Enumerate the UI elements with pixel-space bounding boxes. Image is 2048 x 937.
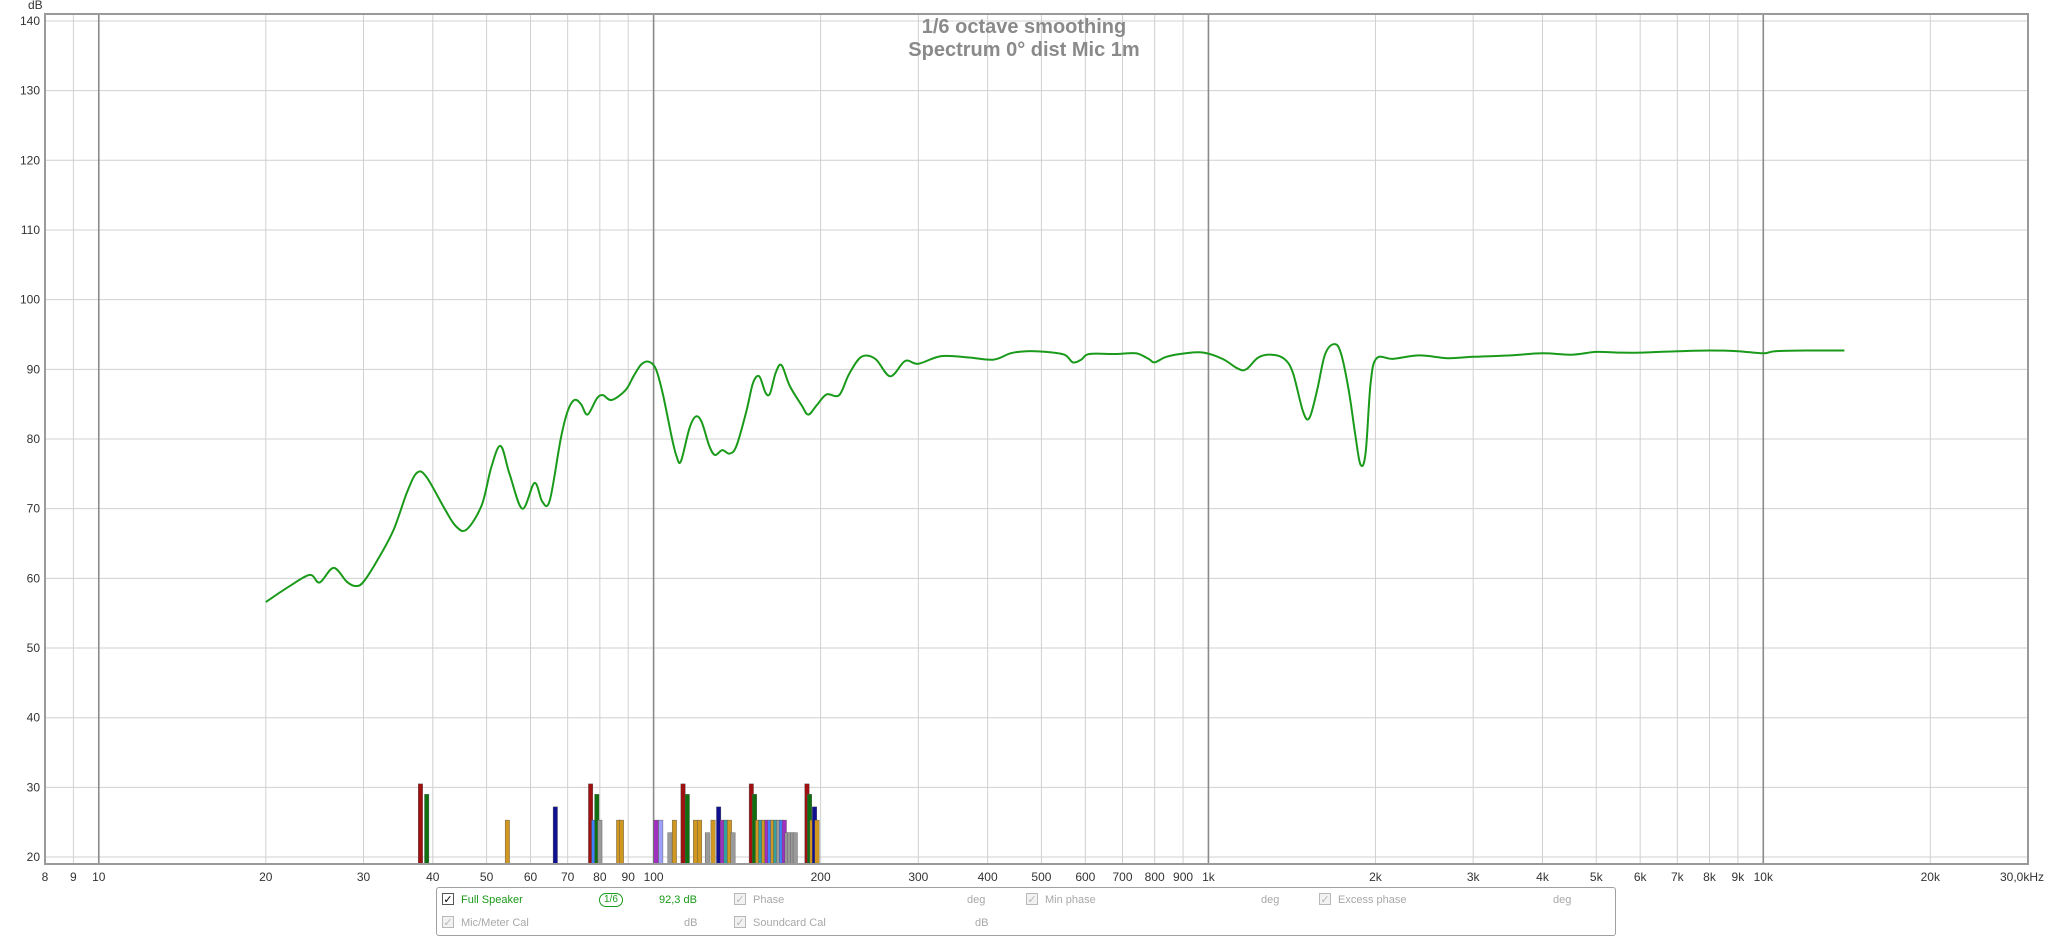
- histogram-bar: [697, 819, 702, 865]
- x-tick-label: 20k: [1921, 870, 1941, 884]
- histogram-bar: [552, 806, 558, 865]
- y-tick-label: 100: [20, 293, 40, 307]
- x-tick-label: 100: [644, 870, 664, 884]
- excess-phase-label: Excess phase: [1338, 894, 1407, 906]
- x-tick-label: 6k: [1634, 870, 1648, 884]
- histogram-bar: [418, 783, 423, 865]
- y-axis-unit-label: dB: [28, 0, 43, 12]
- y-tick-label: 140: [20, 14, 40, 28]
- excess-phase-checkbox[interactable]: ✓: [1319, 893, 1331, 906]
- x-tick-label: 600: [1075, 870, 1095, 884]
- histogram-bar: [658, 819, 664, 865]
- legend-panel: ✓ Full Speaker 1/6 92,3 dB ✓ Phase deg ✓…: [436, 887, 1616, 936]
- x-tick-label: 3k: [1467, 870, 1481, 884]
- min-phase-checkbox[interactable]: ✓: [1026, 893, 1038, 906]
- y-tick-label: 110: [21, 223, 40, 237]
- x-tick-label: 10: [92, 870, 106, 884]
- x-tick-label: 700: [1112, 870, 1132, 884]
- chart-subtitle: Spectrum 0° dist Mic 1m: [908, 39, 1139, 61]
- x-tick-label: 4k: [1536, 870, 1550, 884]
- y-tick-label: 40: [27, 711, 41, 725]
- x-tick-label: 8: [42, 870, 49, 884]
- histogram-bar: [792, 832, 798, 865]
- x-tick-label: 60: [524, 870, 538, 884]
- chart-title: 1/6 octave smoothing: [922, 16, 1127, 38]
- min-phase-unit: deg: [1261, 894, 1280, 906]
- y-tick-label: 120: [20, 153, 40, 167]
- histogram-bar: [597, 819, 603, 865]
- soundcard-cal-checkbox[interactable]: ✓: [734, 916, 746, 929]
- histogram-bar: [619, 819, 624, 865]
- phase-unit: deg: [967, 894, 986, 906]
- x-tick-labels: 8 9 10 20 30 40 50 60 70 80 90 100 200 300 400 500 600 70…: [42, 870, 2044, 884]
- histogram-bar: [710, 819, 716, 865]
- x-tick-label: 800: [1145, 870, 1165, 884]
- y-tick-label: 80: [27, 432, 41, 446]
- smoothing-badge[interactable]: 1/6: [599, 893, 623, 907]
- x-tick-label: 8k: [1703, 870, 1717, 884]
- y-tick-label: 50: [27, 641, 41, 655]
- x-tick-label: 30: [357, 870, 371, 884]
- histogram-bar: [424, 794, 430, 865]
- histogram-bar: [693, 819, 698, 865]
- y-tick-label: 60: [27, 571, 41, 585]
- y-tick-labels: 20 30 40 50 60 70 80 90 100 110 120 130 140: [20, 14, 40, 864]
- series-name-label: Full Speaker: [461, 894, 523, 906]
- x-tick-label: 80: [593, 870, 607, 884]
- excess-phase-unit: deg: [1553, 894, 1572, 906]
- histogram-bar: [680, 783, 686, 865]
- y-tick-label: 90: [27, 362, 41, 376]
- level-value: 92,3 dB: [659, 894, 697, 906]
- y-tick-label: 130: [20, 84, 40, 98]
- frequency-response-chart: 20 30 40 50 60 70 80 90 100 110 120 130 140 8 9 10 20 30…: [20, 0, 2044, 884]
- histogram-bar: [667, 832, 673, 865]
- min-phase-label: Min phase: [1045, 894, 1096, 906]
- phase-checkbox[interactable]: ✓: [734, 893, 746, 906]
- x-tick-label: 2k: [1369, 870, 1383, 884]
- histogram-bar: [684, 794, 690, 865]
- phase-label: Phase: [753, 894, 785, 906]
- x-tick-label: 900: [1173, 870, 1193, 884]
- x-tick-label: 200: [811, 870, 831, 884]
- mic-meter-cal-unit: dB: [684, 917, 698, 929]
- x-tick-label: 9: [70, 870, 77, 884]
- mic-meter-cal-checkbox[interactable]: ✓: [442, 916, 454, 929]
- histogram-bar: [653, 819, 659, 865]
- x-tick-label: 20: [259, 870, 273, 884]
- x-tick-label: 30,0kHz: [2000, 870, 2044, 884]
- x-tick-label: 50: [480, 870, 494, 884]
- histogram-bar: [504, 819, 510, 865]
- x-tick-label: 10k: [1754, 870, 1774, 884]
- x-tick-label: 9k: [1732, 870, 1746, 884]
- x-tick-label: 40: [426, 870, 440, 884]
- x-tick-label: 400: [978, 870, 998, 884]
- histogram-bar: [671, 819, 677, 865]
- x-tick-label: 70: [561, 870, 575, 884]
- x-tick-label: 7k: [1671, 870, 1685, 884]
- soundcard-cal-label: Soundcard Cal: [753, 917, 826, 929]
- y-tick-label: 30: [27, 780, 41, 794]
- x-tick-label: 500: [1031, 870, 1051, 884]
- y-tick-label: 70: [27, 502, 41, 516]
- y-tick-label: 20: [27, 850, 41, 864]
- histogram-bar: [730, 832, 736, 865]
- x-tick-label: 5k: [1590, 870, 1604, 884]
- full-speaker-checkbox[interactable]: ✓: [442, 893, 454, 906]
- x-tick-label: 300: [908, 870, 928, 884]
- soundcard-cal-unit: dB: [975, 917, 989, 929]
- x-tick-label: 90: [622, 870, 636, 884]
- x-tick-label: 1k: [1202, 870, 1216, 884]
- histogram-bar: [814, 819, 820, 865]
- mic-meter-cal-label: Mic/Meter Cal: [461, 917, 529, 929]
- histogram-bar: [704, 832, 710, 865]
